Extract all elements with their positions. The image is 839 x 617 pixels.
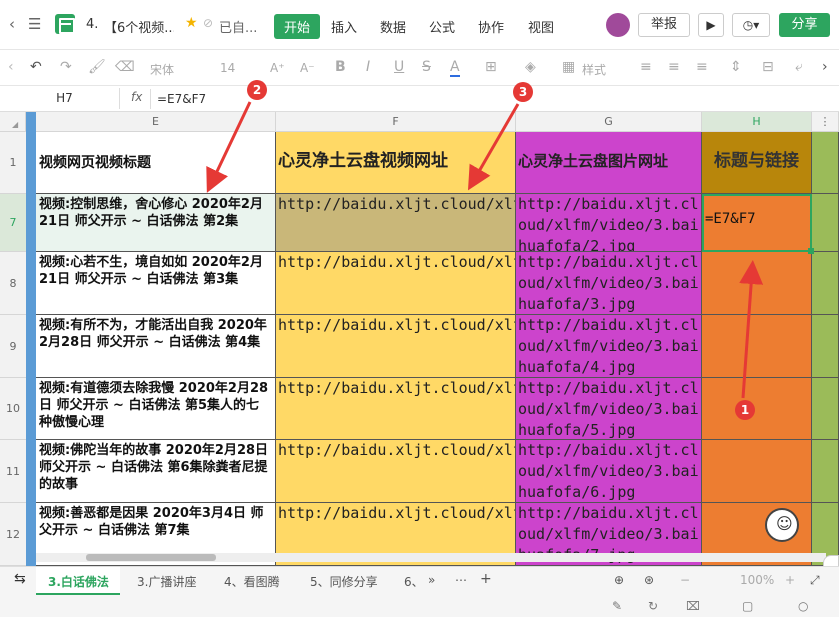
tab-more-icon[interactable]: ⋯ bbox=[455, 573, 467, 587]
sync-icon[interactable]: ↻ bbox=[648, 599, 658, 613]
comment-icon[interactable]: ▢ bbox=[742, 599, 753, 613]
sheet-protect-icon[interactable]: ⊕ bbox=[614, 573, 624, 587]
tab-4[interactable]: 5、同修分享 bbox=[310, 573, 378, 590]
tab-5[interactable]: 6、 bbox=[404, 573, 424, 590]
sheet-tab-bar: ⇆ 3.白话佛法 3.广播讲座 4、看图腾 5、同修分享 6、 » ⋯ + ⊕ … bbox=[0, 566, 839, 596]
arrow-1 bbox=[739, 260, 764, 399]
arrow-3 bbox=[467, 103, 520, 191]
tab-2[interactable]: 3.广播讲座 bbox=[137, 573, 196, 590]
tab-scroll-icon[interactable]: » bbox=[428, 573, 435, 587]
tab-active[interactable]: 3.白话佛法 bbox=[48, 573, 109, 590]
zoom-out-icon[interactable]: − bbox=[680, 573, 690, 587]
globe-icon[interactable]: ⊛ bbox=[644, 573, 654, 587]
add-sheet-icon[interactable]: + bbox=[480, 571, 492, 587]
tab-3[interactable]: 4、看图腾 bbox=[224, 573, 280, 590]
zoom-in-icon[interactable]: + bbox=[785, 573, 795, 587]
status-bar: ✎ ↻ ⌧ ▢ ○ bbox=[0, 596, 839, 617]
pen-icon[interactable]: ✎ bbox=[612, 599, 622, 613]
fullscreen-icon[interactable]: ⤢ bbox=[810, 573, 820, 588]
delete-icon[interactable]: ⌧ bbox=[686, 599, 700, 613]
search-icon[interactable]: ○ bbox=[798, 599, 808, 613]
arrow-2 bbox=[206, 101, 252, 193]
annotation-arrows bbox=[206, 101, 764, 399]
zoom-level[interactable]: 100% bbox=[740, 573, 774, 587]
sheet-list-icon[interactable]: ⇆ bbox=[14, 571, 26, 587]
